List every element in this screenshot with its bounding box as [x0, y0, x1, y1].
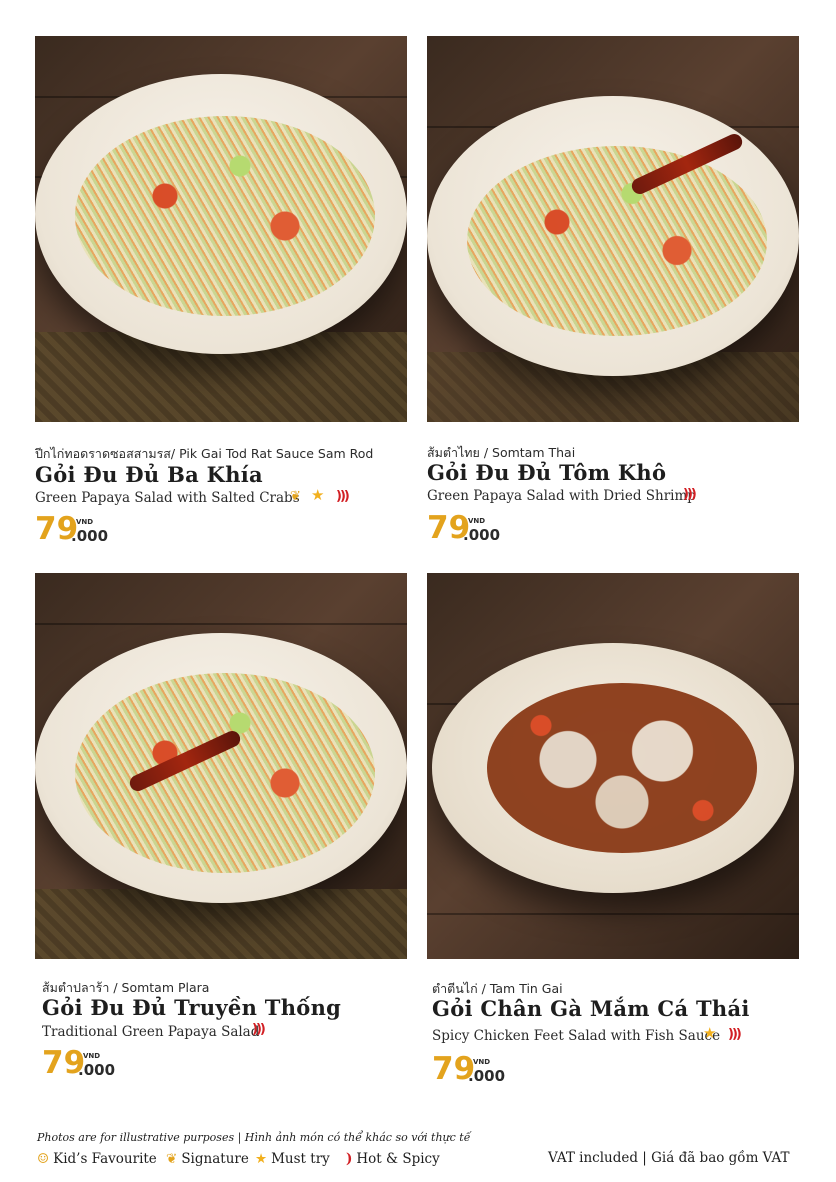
- dish-vietnamese-name: Gỏi Đu Đủ Truyền Thống: [42, 995, 342, 1020]
- price-currency: VND: [468, 517, 486, 525]
- signature-icon: ❦: [166, 1151, 178, 1167]
- price-decimals: .000: [78, 1061, 116, 1079]
- dish-photo: [35, 573, 407, 959]
- price-currency: VND: [83, 1052, 101, 1060]
- legend-label: Hot & Spicy: [356, 1151, 440, 1167]
- hot-spicy-icon: ))): [683, 487, 697, 502]
- dish-photo: [427, 573, 799, 959]
- price-currency: VND: [473, 1058, 491, 1066]
- legend-label: Signature: [181, 1151, 249, 1167]
- legend-label: Must try: [271, 1151, 330, 1167]
- legend-signature: ❦ Signature: [166, 1151, 249, 1167]
- price-decimals: .000: [468, 1067, 506, 1085]
- dish-english-description: Green Papaya Salad with Salted Crabs: [35, 490, 300, 506]
- price-currency: VND: [76, 518, 94, 526]
- must-try-icon: ★: [311, 486, 325, 504]
- legend-must-try: ★ Must try: [255, 1151, 330, 1167]
- legend-label: Kid’s Favourite: [53, 1151, 157, 1167]
- must-try-icon: ★: [255, 1151, 268, 1167]
- signature-icon: ❦: [290, 489, 301, 504]
- hot-spicy-icon: ): [346, 1151, 353, 1167]
- legend-kids-favourite: ☺ Kid’s Favourite: [37, 1151, 157, 1167]
- hot-spicy-icon: ))): [252, 1022, 266, 1037]
- dish-photo: [35, 36, 407, 422]
- must-try-icon: ★: [703, 1024, 717, 1042]
- kids-favourite-icon: ☺: [37, 1151, 50, 1167]
- vat-note: VAT included | Giá đã bao gồm VAT: [548, 1150, 790, 1166]
- dish-english-description: Spicy Chicken Feet Salad with Fish Sauce: [432, 1028, 721, 1044]
- dish-vietnamese-name: Gỏi Chân Gà Mắm Cá Thái: [432, 996, 750, 1021]
- dish-photo: [427, 36, 799, 422]
- dish-thai-name: ปีกไก่ทอดราดซอสสามรส/ Pik Gai Tod Rat Sa…: [35, 446, 374, 461]
- hot-spicy-icon: ))): [728, 1027, 742, 1042]
- dish-vietnamese-name: Gỏi Đu Đủ Tôm Khô: [427, 460, 667, 485]
- price-decimals: .000: [463, 526, 501, 544]
- price-decimals: .000: [71, 527, 109, 545]
- legend-hot-spicy: ) Hot & Spicy: [346, 1151, 440, 1167]
- photo-disclaimer: Photos are for illustrative purposes | H…: [37, 1131, 471, 1144]
- dish-english-description: Traditional Green Papaya Salad: [42, 1024, 260, 1040]
- dish-english-description: Green Papaya Salad with Dried Shrimp: [427, 488, 696, 504]
- dish-vietnamese-name: Gỏi Đu Đủ Ba Khía: [35, 462, 263, 487]
- hot-spicy-icon: ))): [336, 489, 350, 504]
